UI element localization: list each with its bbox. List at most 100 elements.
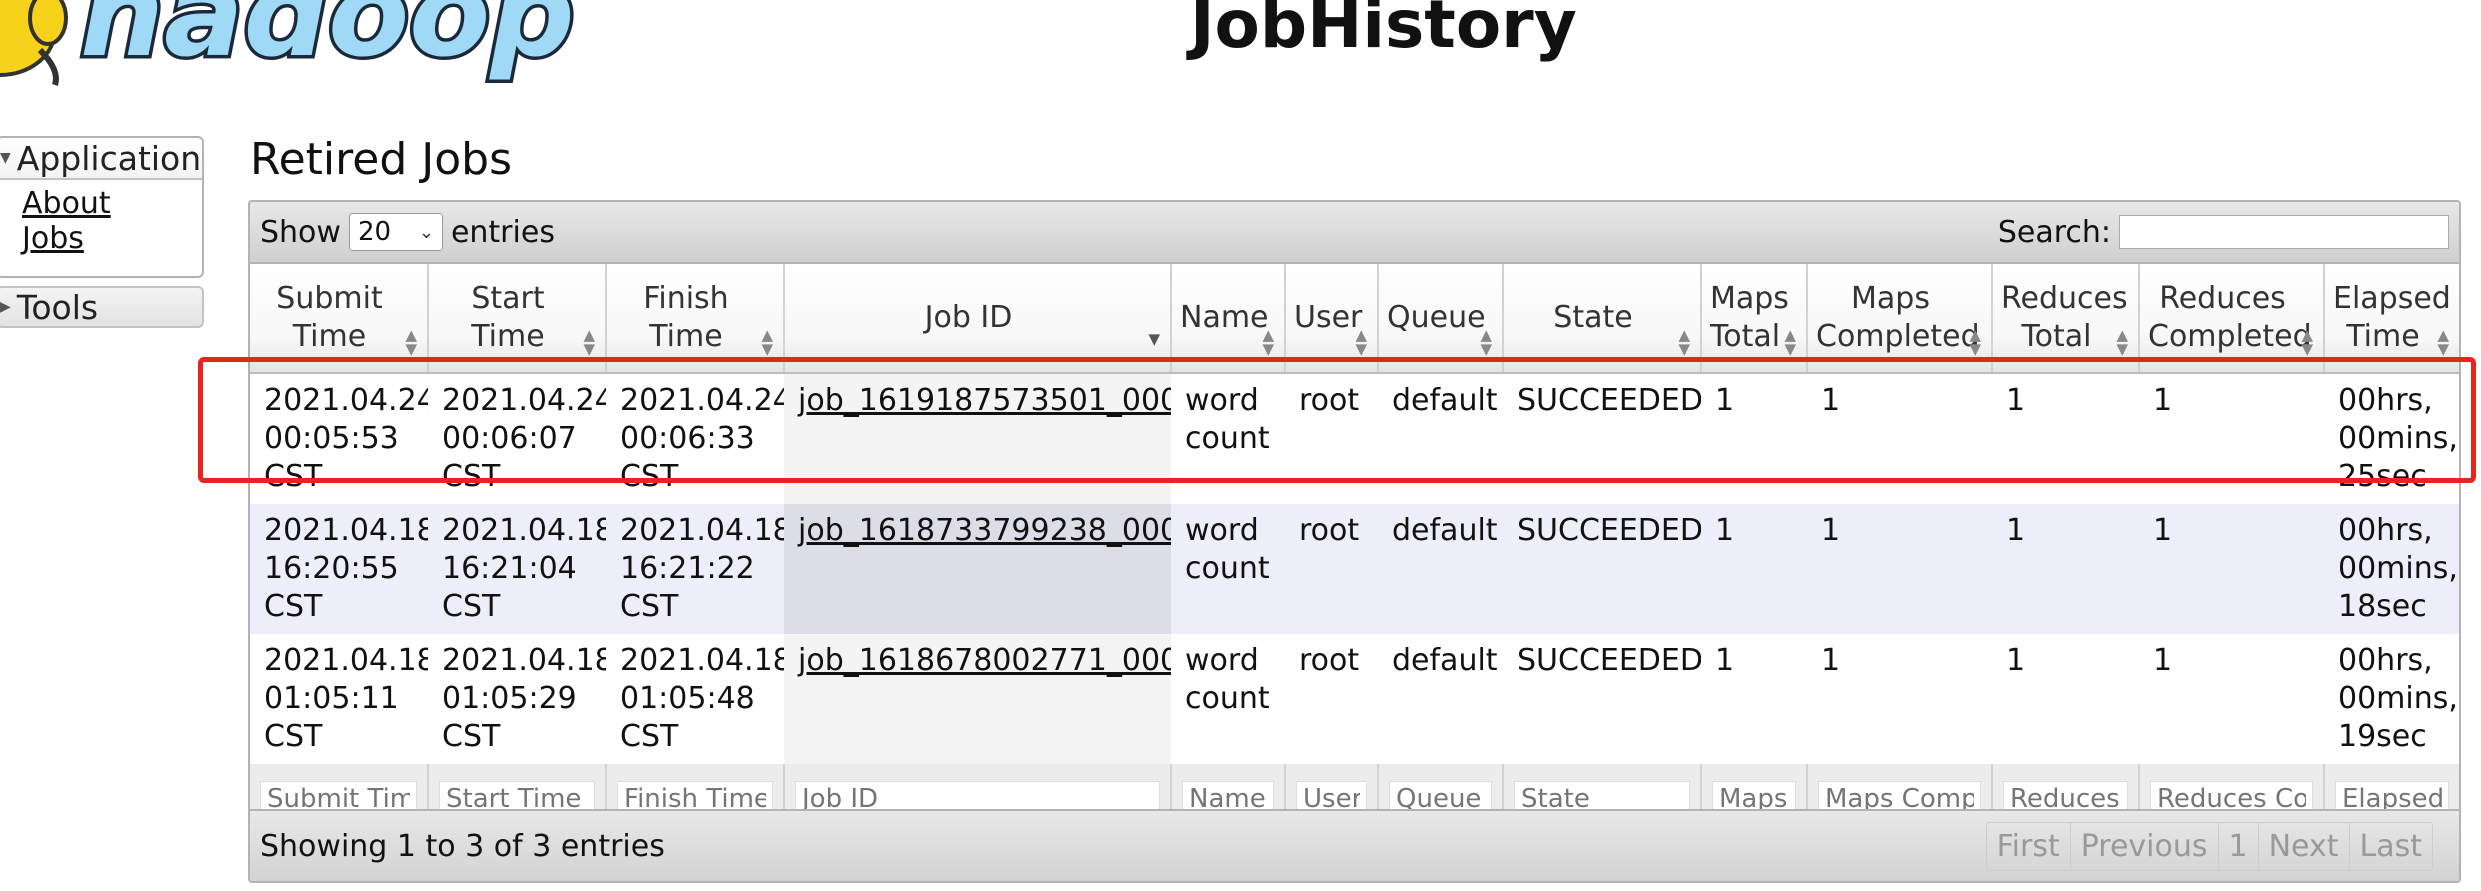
cell-maps-total: 1 bbox=[1701, 373, 1807, 504]
cell-reduces-total: 1 bbox=[1992, 504, 2139, 634]
column-header-reduces-completed[interactable]: Reduces Completed ▲ ▼ bbox=[2139, 264, 2325, 374]
cell-state: SUCCEEDED bbox=[1503, 504, 1701, 634]
column-header-name[interactable]: Name ▲ ▼ bbox=[1171, 264, 1286, 374]
cell-maps-completed: 1 bbox=[1807, 504, 1992, 634]
cell-user: root bbox=[1285, 373, 1378, 504]
column-header-queue[interactable]: Queue ▲ ▼ bbox=[1378, 264, 1504, 374]
job-id-link[interactable]: job_1619187573501_0001 bbox=[798, 383, 1171, 418]
column-header-finish-time[interactable]: Finish Time ▲ ▼ bbox=[606, 264, 785, 374]
column-header-submit-time[interactable]: Submit Time ▲ ▼ bbox=[250, 264, 429, 374]
table-row: 2021.04.18 16:20:55 CST 2021.04.18 16:21:04… bbox=[250, 504, 2459, 634]
sort-icon: ▲ ▼ bbox=[1678, 326, 1690, 358]
sort-icon: ▲ ▼ bbox=[1355, 326, 1367, 358]
nav-link-jobs[interactable]: Jobs bbox=[22, 221, 202, 256]
cell-state: SUCCEEDED bbox=[1503, 634, 1701, 764]
entries-info: Showing 1 to 3 of 3 entries bbox=[260, 828, 665, 864]
column-header-label: Reduces Completed bbox=[2148, 281, 2312, 354]
nav-section-tools[interactable]: ▶ Tools bbox=[0, 286, 204, 328]
cell-maps-total: 1 bbox=[1701, 634, 1807, 764]
cell-name: word count bbox=[1171, 504, 1285, 634]
pagination-first-button[interactable]: First bbox=[1987, 822, 2071, 870]
cell-name: word count bbox=[1171, 634, 1285, 764]
sort-icon: ▲ ▼ bbox=[405, 326, 417, 358]
show-label: Show bbox=[260, 214, 341, 250]
cell-finish-time: 2021.04.18 01:05:48 CST bbox=[606, 634, 784, 764]
triangle-right-icon: ▶ bbox=[0, 299, 11, 315]
cell-start-time: 2021.04.18 01:05:29 CST bbox=[428, 634, 606, 764]
logo-wordmark: hadoop bbox=[80, 0, 575, 83]
cell-queue: default bbox=[1378, 504, 1503, 634]
column-header-label: Start Time bbox=[471, 281, 545, 354]
cell-reduces-completed: 1 bbox=[2139, 634, 2324, 764]
cell-user: root bbox=[1285, 634, 1378, 764]
cell-elapsed-time: 00hrs, 00mins, 25sec bbox=[2324, 373, 2459, 504]
jobs-table-container: Show 20 ⌄ entries Search: Submit Time ▲ ▼ … bbox=[248, 200, 2461, 883]
cell-reduces-completed: 1 bbox=[2139, 373, 2324, 504]
cell-job-id: job_1619187573501_0001 bbox=[784, 373, 1171, 504]
cell-maps-completed: 1 bbox=[1807, 373, 1992, 504]
sort-icon: ▲ ▼ bbox=[1480, 326, 1492, 358]
cell-submit-time: 2021.04.24 00:05:53 CST bbox=[250, 373, 428, 504]
nav-link-about[interactable]: About bbox=[22, 186, 202, 221]
job-id-link[interactable]: job_1618678002771_0001 bbox=[798, 643, 1171, 678]
table-header-row: Submit Time ▲ ▼ Start Time ▲ ▼ Finish Time ▲ ▼… bbox=[250, 264, 2459, 374]
column-header-label: Maps Completed bbox=[1816, 281, 1980, 354]
cell-queue: default bbox=[1378, 373, 1503, 504]
sort-icon: ▲ ▼ bbox=[1262, 326, 1274, 358]
cell-elapsed-time: 00hrs, 00mins, 19sec bbox=[2324, 634, 2459, 764]
column-header-label: Submit Time bbox=[276, 281, 383, 354]
sort-icon: ▲ ▼ bbox=[2116, 326, 2128, 358]
page-size-value: 20 bbox=[357, 217, 392, 247]
entries-label: entries bbox=[450, 214, 555, 250]
column-header-start-time[interactable]: Start Time ▲ ▼ bbox=[428, 264, 607, 374]
cell-start-time: 2021.04.18 16:21:04 CST bbox=[428, 504, 606, 634]
cell-finish-time: 2021.04.24 00:06:33 CST bbox=[606, 373, 784, 504]
chevron-down-icon: ⌄ bbox=[418, 221, 434, 243]
search-label: Search: bbox=[1997, 214, 2111, 250]
cell-reduces-total: 1 bbox=[1992, 373, 2139, 504]
pagination: First Previous 1 Next Last bbox=[1985, 821, 2433, 871]
elephant-icon bbox=[0, 0, 68, 86]
nav-section-header-application[interactable]: ▼ Application bbox=[0, 138, 202, 180]
job-id-link[interactable]: job_1618733799238_0001 bbox=[798, 513, 1171, 548]
pagination-previous-button[interactable]: Previous bbox=[2071, 822, 2219, 870]
cell-maps-total: 1 bbox=[1701, 504, 1807, 634]
cell-reduces-completed: 1 bbox=[2139, 504, 2324, 634]
sort-icon: ▲ ▼ bbox=[1969, 326, 1981, 358]
cell-start-time: 2021.04.24 00:06:07 CST bbox=[428, 373, 606, 504]
cell-reduces-total: 1 bbox=[1992, 634, 2139, 764]
column-header-label: State bbox=[1553, 300, 1633, 335]
table-footer: Showing 1 to 3 of 3 entries First Previo… bbox=[250, 809, 2459, 881]
column-header-label: Job ID bbox=[924, 300, 1013, 335]
cell-job-id: job_1618733799238_0001 bbox=[784, 504, 1171, 634]
sort-icon: ▲ ▼ bbox=[761, 326, 773, 358]
pagination-page-1-button[interactable]: 1 bbox=[2219, 822, 2259, 870]
cell-finish-time: 2021.04.18 16:21:22 CST bbox=[606, 504, 784, 634]
column-header-label: Finish Time bbox=[643, 281, 729, 354]
pagination-next-button[interactable]: Next bbox=[2259, 822, 2350, 870]
table-toolbar: Show 20 ⌄ entries Search: bbox=[250, 202, 2459, 264]
column-header-elapsed-time[interactable]: Elapsed Time ▲ ▼ bbox=[2324, 264, 2459, 374]
cell-state: SUCCEEDED bbox=[1503, 373, 1701, 504]
sort-desc-icon: ▼ bbox=[1148, 330, 1160, 348]
page-size-select[interactable]: 20 ⌄ bbox=[348, 213, 443, 251]
sort-icon: ▲ ▼ bbox=[1784, 326, 1796, 358]
column-header-job-id[interactable]: Job ID ▼ bbox=[784, 264, 1172, 374]
column-header-state[interactable]: State ▲ ▼ bbox=[1503, 264, 1702, 374]
section-title: Retired Jobs bbox=[250, 134, 513, 185]
sort-icon: ▲ ▼ bbox=[2301, 326, 2313, 358]
sort-icon: ▲ ▼ bbox=[2437, 326, 2449, 358]
column-header-user[interactable]: User ▲ ▼ bbox=[1285, 264, 1379, 374]
cell-user: root bbox=[1285, 504, 1378, 634]
column-header-maps-total[interactable]: Maps Total ▲ ▼ bbox=[1701, 264, 1808, 374]
cell-name: word count bbox=[1171, 373, 1285, 504]
column-header-maps-completed[interactable]: Maps Completed ▲ ▼ bbox=[1807, 264, 1993, 374]
cell-elapsed-time: 00hrs, 00mins, 18sec bbox=[2324, 504, 2459, 634]
pagination-last-button[interactable]: Last bbox=[2350, 823, 2433, 870]
nav-section-label: Tools bbox=[16, 287, 99, 327]
hadoop-logo: hadoop bbox=[0, 0, 578, 87]
column-header-reduces-total[interactable]: Reduces Total ▲ ▼ bbox=[1992, 264, 2140, 374]
nav-section-label: Application bbox=[16, 138, 202, 178]
search-input[interactable] bbox=[2119, 215, 2449, 249]
triangle-down-icon: ▼ bbox=[0, 150, 11, 166]
